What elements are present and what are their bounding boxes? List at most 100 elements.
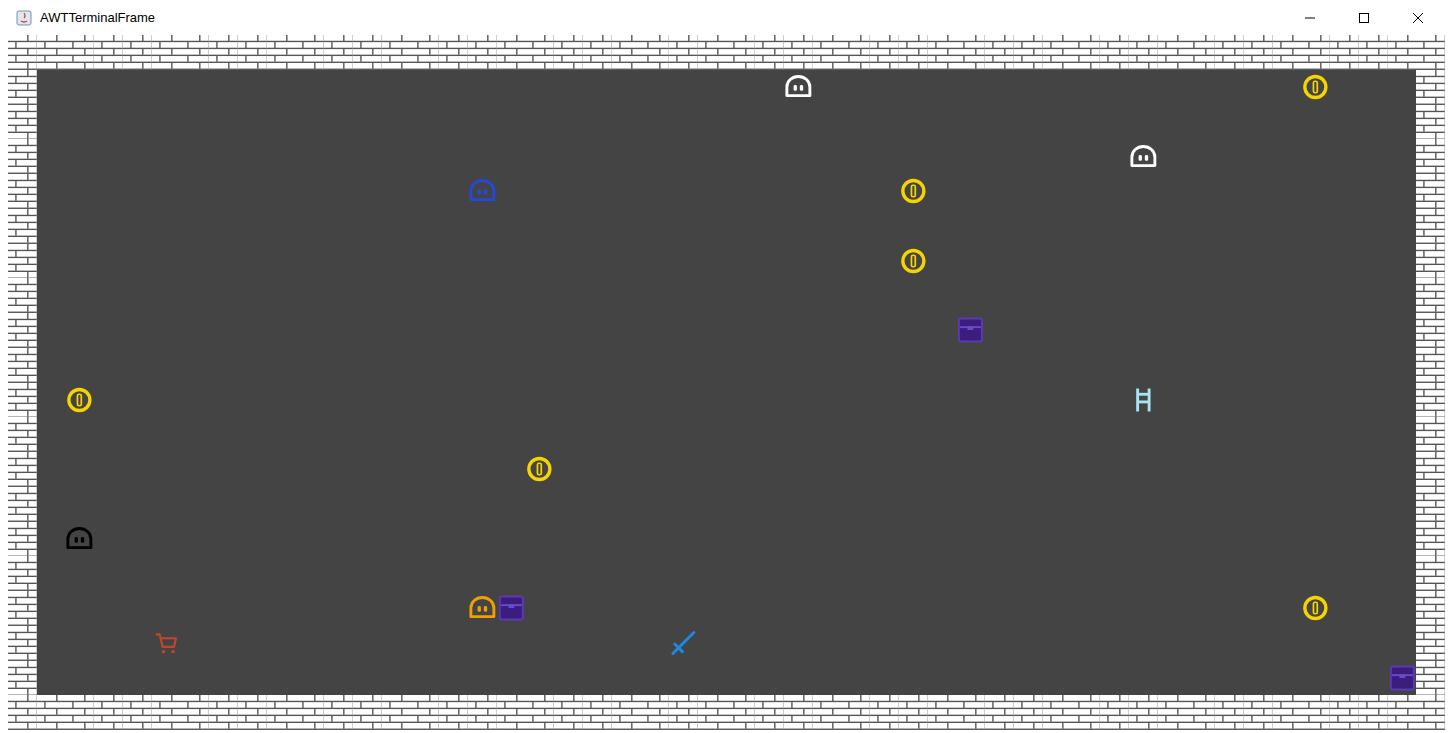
wall-icon [209, 35, 238, 70]
wall-icon [209, 695, 238, 730]
wall-tile [8, 591, 37, 626]
wall-icon [1244, 35, 1273, 70]
wall-icon [267, 695, 296, 730]
wall-tile [8, 556, 37, 591]
ghost-icon [784, 72, 813, 102]
coin-icon [525, 454, 554, 484]
wall-icon [1416, 313, 1445, 348]
wall-icon [295, 695, 324, 730]
wall-tile [382, 35, 411, 70]
wall-tile [8, 70, 37, 105]
wall-icon [8, 174, 37, 209]
wall-icon [497, 695, 526, 730]
wall-tile [8, 244, 37, 279]
wall-icon [8, 383, 37, 418]
wall-tile [669, 35, 698, 70]
wall-icon [1129, 695, 1158, 730]
wall-tile [37, 695, 66, 730]
wall-icon [583, 695, 612, 730]
wall-icon [8, 452, 37, 487]
wall-tile [1416, 522, 1445, 557]
wall-tile [238, 695, 267, 730]
wall-tile [497, 35, 526, 70]
wall-tile [1129, 695, 1158, 730]
wall-tile [152, 35, 181, 70]
wall-icon [928, 695, 957, 730]
wall-icon [238, 35, 267, 70]
wall-icon [1359, 695, 1388, 730]
wall-tile [8, 35, 37, 70]
close-button[interactable] [1395, 0, 1441, 35]
wall-tile [755, 35, 784, 70]
wall-tile [928, 695, 957, 730]
chest-tile [497, 591, 526, 626]
chest-icon [497, 593, 526, 623]
wall-tile [65, 695, 94, 730]
wall-icon [295, 35, 324, 70]
wall-icon [640, 695, 669, 730]
wall-tile [1215, 35, 1244, 70]
wall-icon [1416, 522, 1445, 557]
wall-tile [267, 695, 296, 730]
wall-icon [813, 35, 842, 70]
wall-icon [8, 139, 37, 174]
wall-icon [8, 35, 37, 70]
wall-tile [1244, 695, 1273, 730]
wall-tile [726, 35, 755, 70]
wall-tile [180, 35, 209, 70]
wall-tile [525, 35, 554, 70]
wall-tile [554, 35, 583, 70]
wall-tile [899, 35, 928, 70]
wall-tile [1301, 35, 1330, 70]
wall-icon [382, 695, 411, 730]
wall-tile [1416, 626, 1445, 661]
wall-icon [1416, 209, 1445, 244]
wall-icon [382, 35, 411, 70]
coin-icon [65, 385, 94, 415]
wall-tile [94, 35, 123, 70]
wall-tile [841, 35, 870, 70]
wall-tile [985, 35, 1014, 70]
wall-icon [267, 35, 296, 70]
wall-icon [899, 35, 928, 70]
wall-icon [1014, 35, 1043, 70]
wall-tile [1416, 70, 1445, 105]
wall-tile [1273, 35, 1302, 70]
wall-icon [324, 35, 353, 70]
ghost-icon [468, 176, 497, 206]
wall-icon [8, 661, 37, 696]
wall-icon [1416, 244, 1445, 279]
coin-tile [899, 244, 928, 279]
wall-icon [1043, 35, 1072, 70]
close-icon [1413, 13, 1423, 23]
wall-icon [1273, 695, 1302, 730]
wall-tile [1301, 695, 1330, 730]
wall-tile [956, 35, 985, 70]
wall-tile [1043, 695, 1072, 730]
sword-icon [669, 628, 698, 658]
wall-icon [669, 35, 698, 70]
wall-tile [784, 695, 813, 730]
wall-icon [1158, 695, 1187, 730]
wall-icon [1186, 35, 1215, 70]
wall-icon [353, 35, 382, 70]
wall-icon [554, 35, 583, 70]
wall-tile [1416, 278, 1445, 313]
ghost-tile [468, 174, 497, 209]
wall-tile [928, 35, 957, 70]
wall-tile [784, 35, 813, 70]
wall-icon [870, 695, 899, 730]
wall-tile [698, 695, 727, 730]
wall-tile [1416, 417, 1445, 452]
wall-icon [1416, 139, 1445, 174]
wall-tile [1215, 695, 1244, 730]
wall-icon [1416, 591, 1445, 626]
wall-icon [1416, 348, 1445, 383]
wall-tile [956, 695, 985, 730]
wall-icon [726, 35, 755, 70]
minimize-button[interactable] [1287, 0, 1333, 35]
wall-icon [180, 35, 209, 70]
maximize-button[interactable] [1341, 0, 1387, 35]
sword-tile [669, 626, 698, 661]
wall-icon [123, 35, 152, 70]
